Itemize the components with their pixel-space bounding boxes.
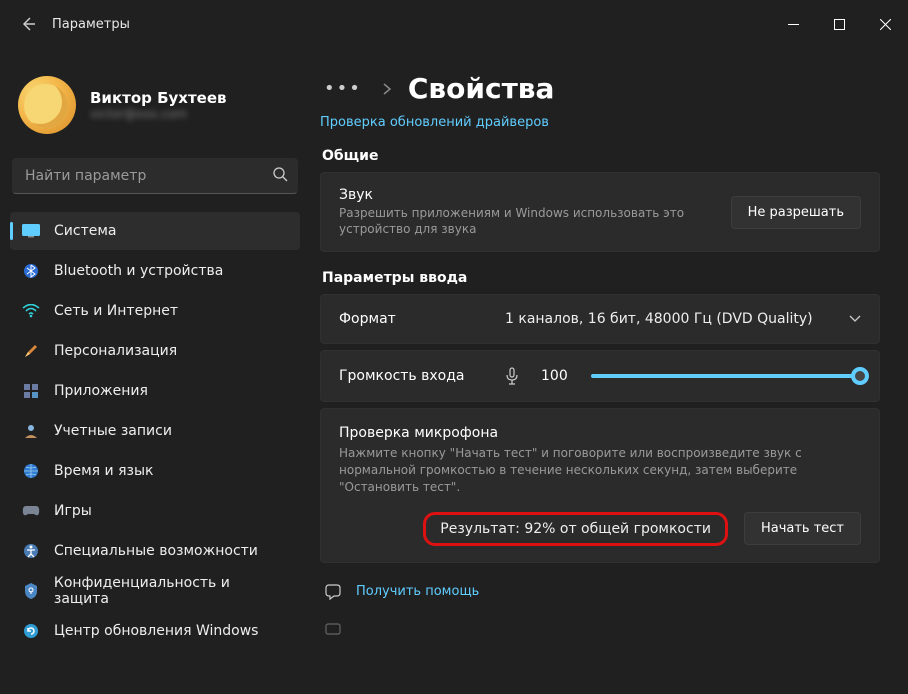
sound-card-desc: Разрешить приложениям и Windows использо… xyxy=(339,205,715,237)
content-area: Виктор Бухтеев victor@xxx.com Система Bl… xyxy=(0,48,908,694)
disallow-button[interactable]: Не разрешать xyxy=(731,196,861,229)
nav-label: Игры xyxy=(54,503,92,519)
titlebar: Параметры xyxy=(0,0,908,48)
nav-label: Персонализация xyxy=(54,343,177,359)
nav-list: Система Bluetooth и устройства Сеть и Ин… xyxy=(10,212,300,650)
minimize-button[interactable] xyxy=(770,0,816,48)
nav-label: Приложения xyxy=(54,383,148,399)
search-icon xyxy=(272,166,288,182)
page-title: Свойства xyxy=(408,72,555,105)
format-value: 1 каналов, 16 бит, 48000 Гц (DVD Quality… xyxy=(505,311,813,327)
nav-label: Конфиденциальность и защита xyxy=(54,575,288,607)
person-icon xyxy=(22,422,40,440)
nav-time-language[interactable]: Время и язык xyxy=(10,452,300,490)
volume-slider[interactable] xyxy=(591,374,861,378)
maximize-button[interactable] xyxy=(816,0,862,48)
section-general-heading: Общие xyxy=(322,148,880,164)
help-icon xyxy=(324,583,344,601)
breadcrumb-more-button[interactable]: ••• xyxy=(320,74,366,103)
back-button[interactable] xyxy=(12,8,44,40)
sound-permission-card: Звук Разрешить приложениям и Windows исп… xyxy=(320,172,880,252)
slider-thumb[interactable] xyxy=(851,367,869,385)
nav-windows-update[interactable]: Центр обновления Windows xyxy=(10,612,300,650)
close-button[interactable] xyxy=(862,0,908,48)
format-row: Формат 1 каналов, 16 бит, 48000 Гц (DVD … xyxy=(320,294,880,344)
microphone-icon xyxy=(505,367,525,385)
nav-label: Специальные возможности xyxy=(54,543,258,559)
main-panel: ••• Свойства Проверка обновлений драйвер… xyxy=(310,48,908,694)
search-box xyxy=(12,158,298,194)
section-input-heading: Параметры ввода xyxy=(322,270,880,286)
nav-label: Учетные записи xyxy=(54,423,172,439)
format-dropdown[interactable]: 1 каналов, 16 бит, 48000 Гц (DVD Quality… xyxy=(505,311,861,327)
bluetooth-icon xyxy=(22,262,40,280)
get-help-link[interactable]: Получить помощь xyxy=(356,584,479,599)
mic-test-title: Проверка микрофона xyxy=(339,425,861,441)
start-test-button[interactable]: Начать тест xyxy=(744,512,861,545)
input-volume-row: Громкость входа 100 xyxy=(320,350,880,402)
avatar xyxy=(18,76,76,134)
app-window: Параметры Виктор Бухтеев victor@xxx.com xyxy=(0,0,908,694)
mic-test-result: Результат: 92% от общей громкости xyxy=(423,512,728,546)
update-icon xyxy=(22,622,40,640)
maximize-icon xyxy=(834,19,845,30)
format-label: Формат xyxy=(339,311,489,327)
shield-icon xyxy=(22,582,40,600)
feedback-row[interactable] xyxy=(320,611,880,649)
nav-label: Система xyxy=(54,223,116,239)
apps-icon xyxy=(22,382,40,400)
globe-icon xyxy=(22,462,40,480)
nav-gaming[interactable]: Игры xyxy=(10,492,300,530)
nav-label: Время и язык xyxy=(54,463,153,479)
nav-privacy[interactable]: Конфиденциальность и защита xyxy=(10,572,300,610)
breadcrumb: ••• Свойства xyxy=(320,48,880,111)
user-name: Виктор Бухтеев xyxy=(90,89,227,107)
nav-network[interactable]: Сеть и Интернет xyxy=(10,292,300,330)
window-title: Параметры xyxy=(52,17,130,32)
driver-update-link[interactable]: Проверка обновлений драйверов xyxy=(320,115,549,130)
search-input[interactable] xyxy=(12,158,298,194)
nav-label: Центр обновления Windows xyxy=(54,623,258,639)
nav-accessibility[interactable]: Специальные возможности xyxy=(10,532,300,570)
get-help-row[interactable]: Получить помощь xyxy=(320,573,880,611)
nav-system[interactable]: Система xyxy=(10,212,300,250)
nav-bluetooth[interactable]: Bluetooth и устройства xyxy=(10,252,300,290)
accessibility-icon xyxy=(22,542,40,560)
profile-block[interactable]: Виктор Бухтеев victor@xxx.com xyxy=(10,48,300,154)
close-icon xyxy=(880,19,891,30)
brush-icon xyxy=(22,342,40,360)
feedback-icon xyxy=(324,621,344,639)
sound-card-title: Звук xyxy=(339,187,715,203)
nav-personalization[interactable]: Персонализация xyxy=(10,332,300,370)
sidebar: Виктор Бухтеев victor@xxx.com Система Bl… xyxy=(0,48,310,694)
volume-value: 100 xyxy=(541,368,575,384)
chevron-down-icon xyxy=(849,315,861,323)
mic-test-card: Проверка микрофона Нажмите кнопку "Начат… xyxy=(320,408,880,562)
arrow-left-icon xyxy=(20,16,36,32)
user-email: victor@xxx.com xyxy=(90,107,227,121)
chevron-right-icon xyxy=(382,83,392,95)
wifi-icon xyxy=(22,302,40,320)
nav-label: Bluetooth и устройства xyxy=(54,263,223,279)
nav-accounts[interactable]: Учетные записи xyxy=(10,412,300,450)
system-icon xyxy=(22,222,40,240)
minimize-icon xyxy=(788,19,799,30)
mic-test-desc: Нажмите кнопку "Начать тест" и поговорит… xyxy=(339,445,861,495)
gamepad-icon xyxy=(22,502,40,520)
input-volume-label: Громкость входа xyxy=(339,368,489,384)
nav-label: Сеть и Интернет xyxy=(54,303,178,319)
nav-apps[interactable]: Приложения xyxy=(10,372,300,410)
